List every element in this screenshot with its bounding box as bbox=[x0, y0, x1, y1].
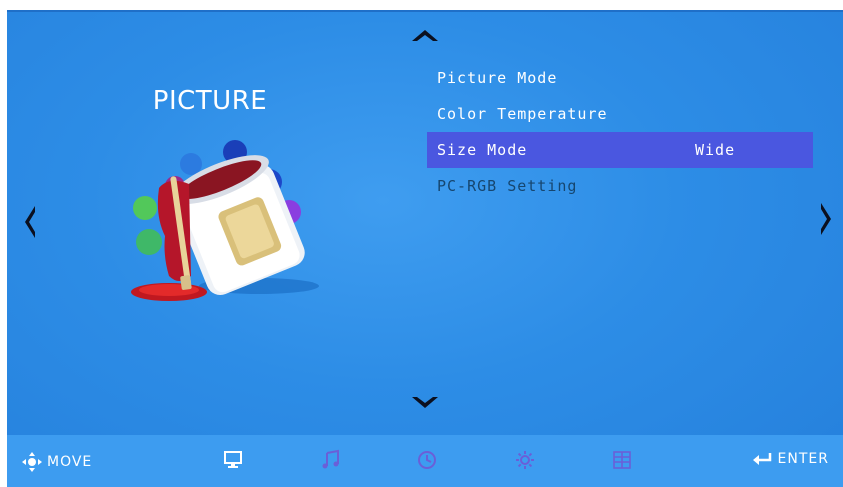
picture-menu: Picture Mode Color Temperature Size Mode… bbox=[427, 60, 813, 204]
down-arrow-icon[interactable] bbox=[411, 396, 439, 410]
menu-item-value: Wide bbox=[695, 141, 736, 159]
menu-item-label: Size Mode bbox=[437, 141, 528, 159]
enter-label: ENTER bbox=[777, 451, 829, 467]
music-icon[interactable] bbox=[320, 449, 342, 471]
paint-bucket-icon bbox=[119, 136, 319, 304]
menu-item-pc-rgb-setting: PC-RGB Setting bbox=[427, 168, 813, 204]
left-arrow-icon[interactable] bbox=[23, 205, 37, 239]
enter-hint: ENTER bbox=[752, 451, 829, 467]
menu-item-label: Picture Mode bbox=[437, 69, 558, 87]
gear-icon[interactable] bbox=[514, 449, 536, 471]
osd-menu: PICTURE Picture Mode Color Temperature S… bbox=[7, 10, 843, 487]
monitor-icon[interactable] bbox=[222, 449, 244, 471]
up-arrow-icon[interactable] bbox=[411, 28, 439, 42]
menu-item-picture-mode[interactable]: Picture Mode bbox=[427, 60, 813, 96]
top-border bbox=[7, 10, 843, 12]
grid-icon[interactable] bbox=[611, 449, 633, 471]
footer-bar: MOVE ENTER bbox=[7, 435, 843, 487]
tv-screen: PICTURE Picture Mode Color Temperature S… bbox=[0, 0, 843, 487]
move-label: MOVE bbox=[47, 454, 93, 470]
menu-item-label: Color Temperature bbox=[437, 105, 608, 123]
menu-item-size-mode[interactable]: Size Mode Wide bbox=[427, 132, 813, 168]
enter-icon bbox=[752, 453, 771, 465]
right-arrow-icon[interactable] bbox=[819, 202, 833, 236]
move-hint: MOVE bbox=[21, 451, 92, 473]
menu-item-color-temperature[interactable]: Color Temperature bbox=[427, 96, 813, 132]
dpad-icon bbox=[22, 452, 42, 472]
page-title: PICTURE bbox=[152, 86, 268, 116]
clock-icon[interactable] bbox=[416, 449, 438, 471]
menu-item-label: PC-RGB Setting bbox=[437, 177, 578, 195]
